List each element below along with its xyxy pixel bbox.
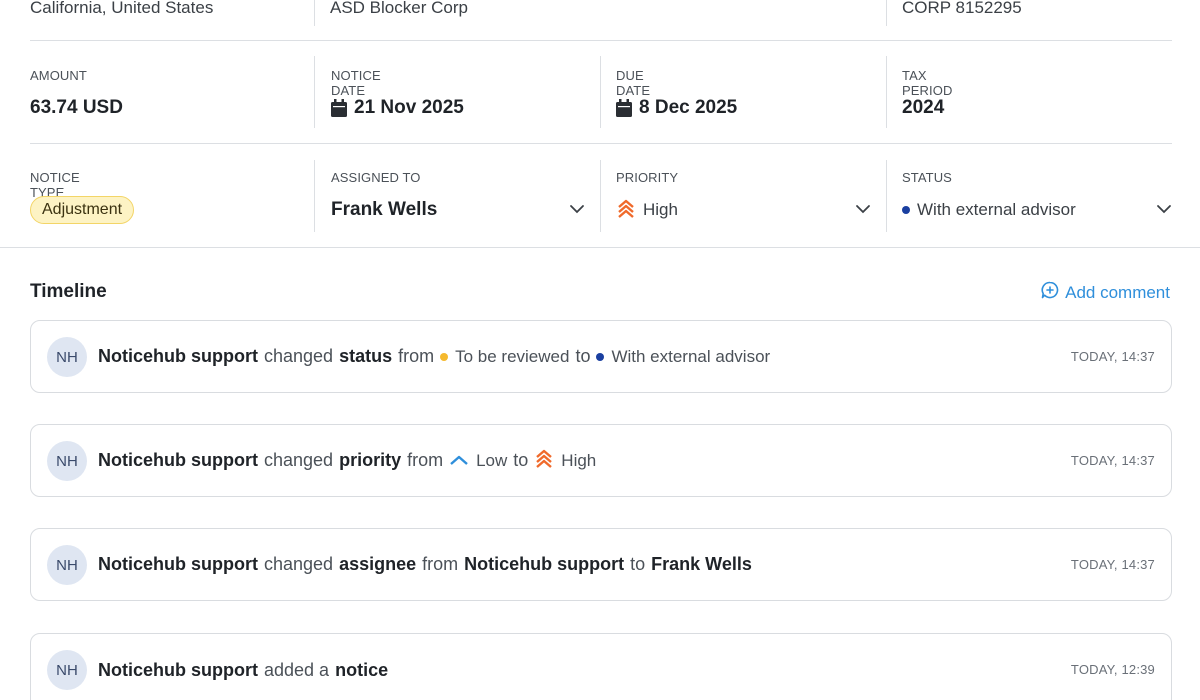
calendar-icon <box>331 99 347 117</box>
priority-value: High <box>643 200 678 219</box>
event-from-value: Noticehub support <box>464 554 625 574</box>
event-time: TODAY, 14:37 <box>1070 557 1155 572</box>
priority-select[interactable]: High <box>616 196 871 224</box>
event-from-word: from <box>407 450 444 470</box>
status-dot <box>596 352 605 361</box>
corp-id: CORP 8152295 <box>902 0 1022 17</box>
amount-value: 63.74 USD <box>30 97 123 118</box>
event-time: TODAY, 12:39 <box>1070 662 1155 677</box>
assignee-select[interactable]: Frank Wells <box>331 196 585 224</box>
timeline-title: Timeline <box>30 281 107 302</box>
due-date-value-wrap: 8 Dec 2025 <box>616 97 737 119</box>
assigned-to-label: ASSIGNED TO <box>331 170 421 185</box>
event-to-value: With external advisor <box>611 346 771 366</box>
event-verb: changed <box>264 346 334 366</box>
avatar: NH <box>47 441 87 481</box>
event-from-priority: Low <box>449 451 507 471</box>
chevron-down-icon <box>855 201 871 219</box>
event-field: notice <box>335 660 389 680</box>
priority-high-icon <box>534 448 554 473</box>
notice-type-badge: Adjustment <box>30 196 135 224</box>
calendar-icon <box>616 99 632 117</box>
add-comment-label: Add comment <box>1065 282 1170 302</box>
event-field: assignee <box>339 554 417 574</box>
top-info-row: California, United States ASD Blocker Co… <box>30 0 1172 41</box>
status-label: STATUS <box>902 170 952 185</box>
event-text: Noticehub support added a notice <box>98 634 388 700</box>
avatar: NH <box>47 337 87 377</box>
divider <box>314 56 315 128</box>
event-to-word: to <box>630 554 646 574</box>
amount-label: AMOUNT <box>30 68 87 83</box>
divider <box>314 160 315 232</box>
chevron-down-icon <box>1156 201 1172 219</box>
event-actor: Noticehub support <box>98 450 258 470</box>
timeline-event: NH Noticehub support added a notice TODA… <box>30 633 1172 700</box>
event-to-word: to <box>575 346 591 366</box>
due-date-value: 8 Dec 2025 <box>639 97 738 118</box>
divider <box>600 160 601 232</box>
status-select[interactable]: With external advisor <box>902 196 1172 224</box>
divider <box>886 160 887 232</box>
divider <box>886 56 887 128</box>
event-verb: changed <box>264 554 334 574</box>
timeline-event: NH Noticehub support changed assignee fr… <box>30 528 1172 601</box>
timeline-event: NH Noticehub support changed status from… <box>30 320 1172 393</box>
priority-low-icon <box>449 451 469 471</box>
notice-date-value-wrap: 21 Nov 2025 <box>331 97 464 119</box>
event-to-word: to <box>513 450 529 470</box>
company-name: ASD Blocker Corp <box>330 0 468 17</box>
event-to-status: With external advisor <box>596 347 770 367</box>
comment-plus-icon <box>1041 281 1059 304</box>
status-dot <box>440 352 449 361</box>
event-field: status <box>339 346 393 366</box>
due-date-label: DUE DATE <box>616 68 651 98</box>
chevron-down-icon <box>569 201 585 219</box>
notice-details-row: AMOUNT 63.74 USD NOTICE DATE 21 Nov 2025… <box>30 41 1172 144</box>
notice-date-value: 21 Nov 2025 <box>354 97 464 118</box>
status-value: With external advisor <box>917 200 1076 219</box>
divider <box>600 56 601 128</box>
event-actor: Noticehub support <box>98 660 258 680</box>
priority-label: PRIORITY <box>616 170 679 185</box>
avatar: NH <box>47 545 87 585</box>
event-to-priority: High <box>534 448 596 473</box>
tax-period-label: TAX PERIOD <box>902 68 953 98</box>
priority-select-text: High <box>616 198 678 223</box>
event-text: Noticehub support changed status from To… <box>98 321 770 392</box>
assigned-to-field: ASSIGNED TO Frank Wells <box>331 144 585 247</box>
assignee-value: Frank Wells <box>331 199 438 220</box>
event-text: Noticehub support changed priority from … <box>98 425 596 496</box>
status-select-text: With external advisor <box>902 200 1076 220</box>
event-from-word: from <box>398 346 435 366</box>
event-from-value: Low <box>476 450 508 470</box>
event-actor: Noticehub support <box>98 554 258 574</box>
section-divider <box>0 247 1200 248</box>
event-from-value: To be reviewed <box>455 346 570 366</box>
event-text: Noticehub support changed assignee from … <box>98 529 752 600</box>
status-field: STATUS With external advisor <box>902 144 1172 247</box>
event-field: priority <box>339 450 402 470</box>
avatar: NH <box>47 650 87 690</box>
event-from-status: To be reviewed <box>440 347 569 367</box>
tax-period-value: 2024 <box>902 97 945 118</box>
location-text: California, United States <box>30 0 214 17</box>
event-verb: added a <box>264 660 330 680</box>
event-to-value: High <box>561 450 597 470</box>
priority-field: PRIORITY High <box>616 144 871 247</box>
add-comment-button[interactable]: Add comment <box>1041 281 1170 304</box>
status-dot <box>902 206 910 214</box>
event-to-value: Frank Wells <box>651 554 752 574</box>
event-from-word: from <box>422 554 459 574</box>
notice-meta-row: NOTICE TYPE Adjustment ASSIGNED TO Frank… <box>30 144 1172 247</box>
event-verb: changed <box>264 450 334 470</box>
divider <box>314 0 315 26</box>
priority-high-icon <box>616 198 636 223</box>
timeline-event: NH Noticehub support changed priority fr… <box>30 424 1172 497</box>
event-time: TODAY, 14:37 <box>1070 453 1155 468</box>
event-time: TODAY, 14:37 <box>1070 349 1155 364</box>
event-actor: Noticehub support <box>98 346 258 366</box>
divider <box>886 0 887 26</box>
notice-date-label: NOTICE DATE <box>331 68 381 98</box>
